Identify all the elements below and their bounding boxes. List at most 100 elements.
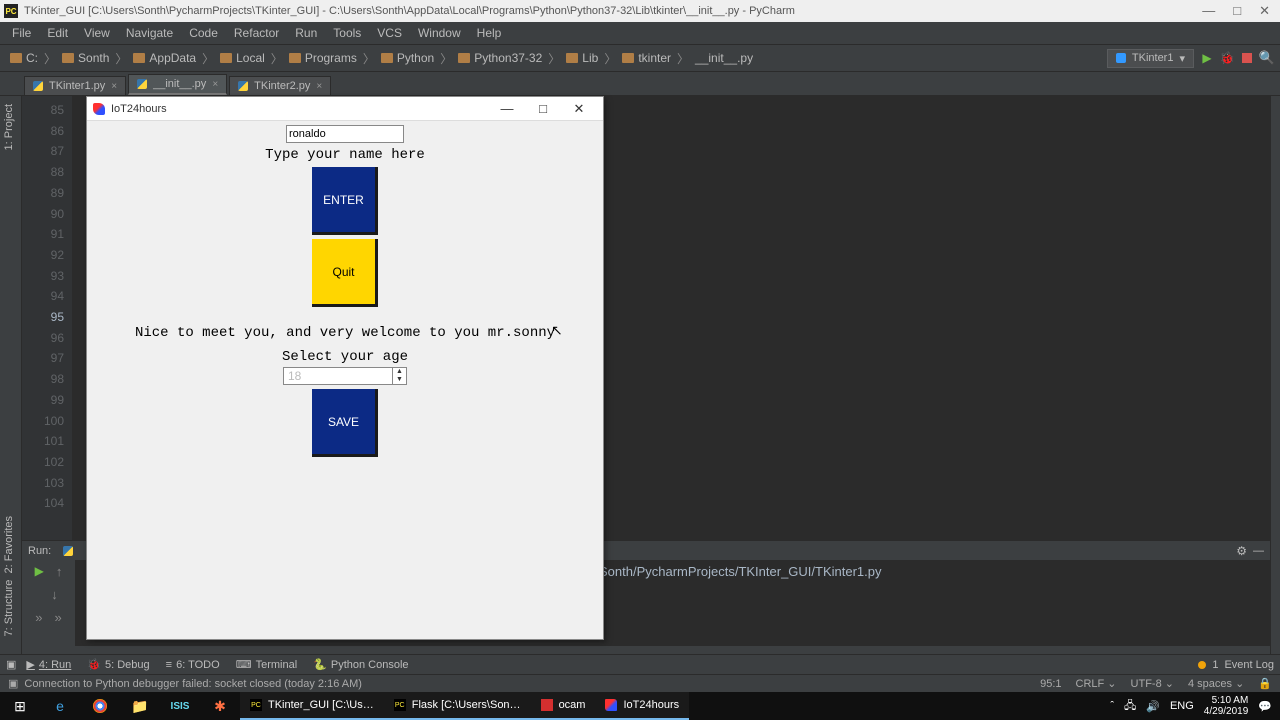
more2-icon[interactable]: » bbox=[55, 610, 62, 625]
menu-window[interactable]: Window bbox=[410, 24, 469, 42]
lock-icon[interactable]: 🔒 bbox=[1258, 677, 1272, 690]
toolwin-run[interactable]: ▶ 4: Run bbox=[20, 658, 77, 671]
breadcrumb[interactable]: C: bbox=[6, 51, 42, 65]
left-toolstrip: 1: Project 7: Structure 2: Favorites bbox=[0, 96, 22, 674]
task-iot24hours[interactable]: IoT24hours bbox=[595, 692, 689, 720]
breadcrumb[interactable]: __init__.py bbox=[691, 51, 757, 65]
menu-edit[interactable]: Edit bbox=[39, 24, 76, 42]
folder-icon bbox=[458, 53, 470, 63]
enter-button[interactable]: ENTER bbox=[312, 167, 378, 235]
menu-file[interactable]: File bbox=[4, 24, 39, 42]
menu-navigate[interactable]: Navigate bbox=[118, 24, 181, 42]
explorer-icon[interactable]: 📁 bbox=[120, 692, 160, 720]
tab-init[interactable]: __init__.py× bbox=[128, 74, 227, 95]
toolwin-terminal[interactable]: ⌨ Terminal bbox=[230, 658, 303, 671]
window-minimize-icon[interactable]: — bbox=[1202, 3, 1215, 19]
toolwin-debug[interactable]: 🐞 5: Debug bbox=[81, 658, 155, 671]
tk-minimize-icon[interactable]: — bbox=[489, 101, 525, 117]
chrome-icon[interactable] bbox=[80, 692, 120, 720]
notifications-icon[interactable]: 💬 bbox=[1258, 700, 1272, 713]
welcome-message: Nice to meet you, and very welcome to yo… bbox=[135, 325, 555, 341]
window-maximize-icon[interactable]: □ bbox=[1233, 3, 1241, 19]
line-separator[interactable]: CRLF bbox=[1076, 678, 1105, 690]
caret-position[interactable]: 95:1 bbox=[1040, 678, 1061, 690]
volume-icon[interactable]: 🔊 bbox=[1146, 700, 1160, 713]
breadcrumb[interactable]: Programs bbox=[285, 51, 361, 65]
menu-view[interactable]: View bbox=[76, 24, 118, 42]
indent[interactable]: 4 spaces bbox=[1188, 678, 1232, 690]
quit-button[interactable]: Quit bbox=[312, 239, 378, 307]
spin-up-icon[interactable]: ▲ bbox=[393, 368, 406, 376]
tk-close-icon[interactable]: ✕ bbox=[561, 101, 597, 117]
windows-taskbar: ⊞ e 📁 ISIS ✱ PCTKinter_GUI [C:\Us… PCFla… bbox=[0, 692, 1280, 720]
folder-icon bbox=[289, 53, 301, 63]
toolwindows-icon[interactable]: ▣ bbox=[8, 677, 18, 690]
close-icon[interactable]: × bbox=[111, 81, 117, 92]
python-icon bbox=[1116, 53, 1126, 63]
task-ocam[interactable]: ocam bbox=[531, 692, 596, 720]
tab-tkinter1[interactable]: TKinter1.py× bbox=[24, 76, 126, 95]
task-pycharm[interactable]: PCTKinter_GUI [C:\Us… bbox=[240, 692, 384, 720]
event-log-button[interactable]: Event Log bbox=[1224, 659, 1274, 671]
toolwindows-toggle-icon[interactable]: ▣ bbox=[6, 658, 16, 671]
start-button[interactable]: ⊞ bbox=[0, 692, 40, 720]
search-icon[interactable]: 🔍 bbox=[1260, 51, 1274, 65]
run-button-icon[interactable]: ▶ bbox=[1200, 51, 1214, 65]
tkinter-titlebar[interactable]: IoT24hours — □ ✕ bbox=[87, 97, 603, 121]
tkinter-window: IoT24hours — □ ✕ Type your name here ENT… bbox=[86, 96, 604, 640]
folder-icon bbox=[566, 53, 578, 63]
language-indicator[interactable]: ENG bbox=[1170, 700, 1194, 712]
python-icon bbox=[63, 546, 73, 556]
editor-tabs: TKinter1.py× __init__.py× TKinter2.py× bbox=[0, 72, 1280, 96]
toolwin-pyconsole[interactable]: 🐍 Python Console bbox=[307, 658, 414, 671]
step-up-icon[interactable]: ↑ bbox=[56, 564, 63, 579]
breadcrumb[interactable]: AppData bbox=[129, 51, 200, 65]
name-input[interactable] bbox=[286, 125, 404, 143]
menu-code[interactable]: Code bbox=[181, 24, 226, 42]
tray-chevron-icon[interactable]: ˆ bbox=[1110, 700, 1114, 712]
app-icon[interactable]: ISIS bbox=[160, 692, 200, 720]
menu-vcs[interactable]: VCS bbox=[369, 24, 410, 42]
menu-run[interactable]: Run bbox=[287, 24, 325, 42]
tab-tkinter2[interactable]: TKinter2.py× bbox=[229, 76, 331, 95]
app-icon[interactable]: ✱ bbox=[200, 692, 240, 720]
close-icon[interactable]: × bbox=[212, 79, 218, 90]
breadcrumb[interactable]: Sonth bbox=[58, 51, 113, 65]
close-icon[interactable]: × bbox=[316, 81, 322, 92]
encoding[interactable]: UTF-8 bbox=[1131, 678, 1162, 690]
rerun-icon[interactable]: ▶ bbox=[35, 564, 44, 579]
menu-refactor[interactable]: Refactor bbox=[226, 24, 287, 42]
breadcrumb[interactable]: Python bbox=[377, 51, 438, 65]
window-close-icon[interactable]: ✕ bbox=[1259, 3, 1270, 19]
structure-toolwindow-tab[interactable]: 7: Structure 2: Favorites bbox=[0, 508, 18, 644]
folder-icon bbox=[220, 53, 232, 63]
project-toolwindow-tab[interactable]: 1: Project bbox=[0, 96, 18, 158]
pycharm-titlebar: PC TKinter_GUI [C:\Users\Sonth\PycharmPr… bbox=[0, 0, 1280, 22]
spin-down-icon[interactable]: ▼ bbox=[393, 376, 406, 384]
age-value: 18 bbox=[284, 369, 392, 383]
network-icon[interactable]: 🖧 bbox=[1124, 697, 1136, 716]
task-flask[interactable]: PCFlask [C:\Users\Son… bbox=[384, 692, 531, 720]
breadcrumb[interactable]: Python37-32 bbox=[454, 51, 546, 65]
stop-button-icon[interactable] bbox=[1240, 51, 1254, 65]
gear-icon[interactable]: ⚙ bbox=[1236, 544, 1247, 558]
menu-tools[interactable]: Tools bbox=[325, 24, 369, 42]
breadcrumb[interactable]: Local bbox=[216, 51, 269, 65]
name-label: Type your name here bbox=[265, 147, 425, 163]
save-button[interactable]: SAVE bbox=[312, 389, 378, 457]
minimize-panel-icon[interactable]: — bbox=[1253, 545, 1264, 557]
step-down-icon[interactable]: ↓ bbox=[51, 587, 58, 602]
folder-icon bbox=[622, 53, 634, 63]
tk-maximize-icon[interactable]: □ bbox=[525, 101, 561, 117]
menu-help[interactable]: Help bbox=[469, 24, 510, 42]
edge-icon[interactable]: e bbox=[40, 692, 80, 720]
debug-button-icon[interactable]: 🐞 bbox=[1220, 51, 1234, 65]
run-config-selector[interactable]: TKinter1 ▾ bbox=[1107, 49, 1194, 68]
age-spinbox[interactable]: 18 ▲▼ bbox=[283, 367, 407, 385]
clock[interactable]: 5:10 AM 4/29/2019 bbox=[1204, 695, 1249, 717]
toolwin-todo[interactable]: ≡ 6: TODO bbox=[160, 659, 226, 671]
pycharm-icon: PC bbox=[4, 4, 18, 18]
breadcrumb[interactable]: Lib bbox=[562, 51, 602, 65]
more-icon[interactable]: » bbox=[35, 610, 42, 625]
breadcrumb[interactable]: tkinter bbox=[618, 51, 675, 65]
